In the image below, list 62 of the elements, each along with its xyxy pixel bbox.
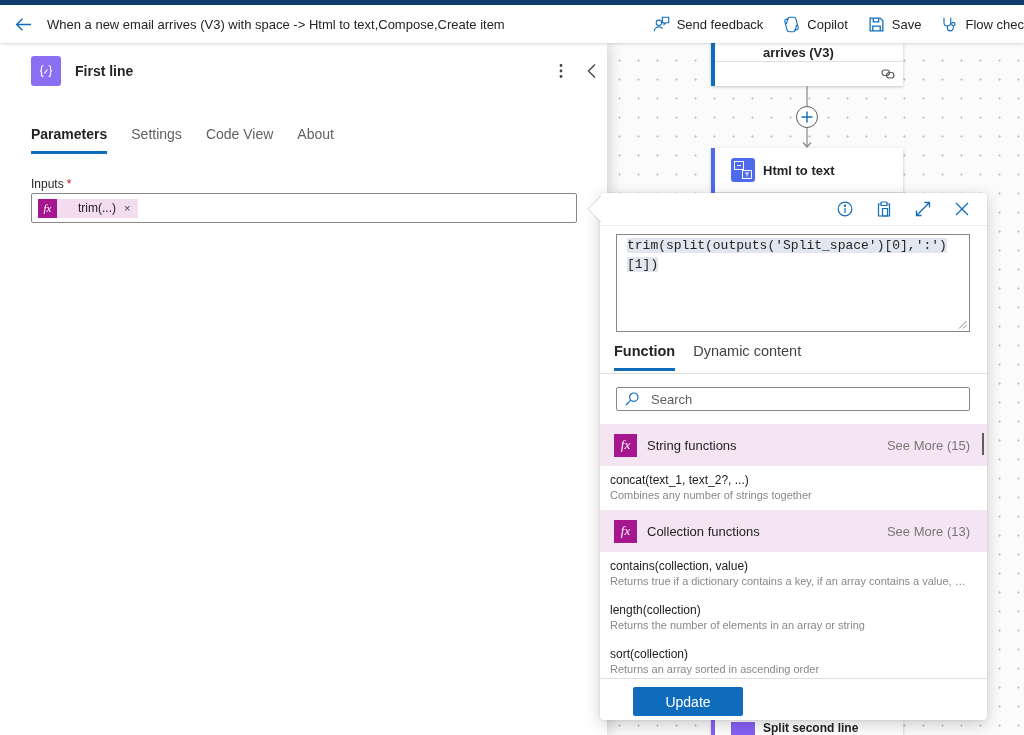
group-title: String functions [647, 437, 737, 453]
panel-tab[interactable]: Parameters [31, 122, 108, 154]
search-field[interactable]: Search [616, 387, 970, 411]
info-icon[interactable] [837, 201, 853, 217]
square-icon [731, 722, 755, 735]
person-speech-icon [652, 15, 670, 33]
panel-tab[interactable]: About [297, 122, 334, 154]
remove-token-button[interactable]: × [124, 202, 131, 214]
function-signature[interactable]: length(collection) [610, 603, 701, 618]
fx-icon: fx [38, 198, 57, 218]
action-card[interactable]: Split second line [711, 720, 903, 735]
resize-grip-icon[interactable] [958, 320, 967, 329]
function-description: Returns an array sorted in ascending order [610, 662, 820, 677]
search-icon [625, 392, 639, 406]
panel-tab[interactable]: Settings [131, 122, 182, 154]
fx-icon: fx [614, 433, 637, 457]
function-description: Combines any number of strings together [610, 488, 812, 503]
link-icon [881, 67, 895, 81]
action-card[interactable]: Html to text [711, 148, 903, 193]
fx-icon: fx [614, 519, 637, 543]
add-step-button[interactable] [796, 106, 818, 128]
function-description: Returns true if a dictionary contains a key, if an array contains a value, … [610, 574, 966, 589]
card-title: Html to text [763, 162, 835, 178]
close-icon[interactable] [954, 201, 970, 217]
save-icon [867, 15, 885, 33]
stethoscope-icon [941, 15, 959, 33]
panel-tab[interactable]: Code View [205, 122, 274, 154]
function-description: Returns the number of elements in an array or string [610, 618, 865, 633]
function-signature[interactable]: contains(collection, value) [610, 559, 749, 574]
editor-tab[interactable]: Dynamic content [693, 340, 802, 371]
flow-title: When a new email arrives (V3) with space -> Html to text,Compose,Create item [47, 16, 505, 32]
logo-icon [783, 15, 801, 33]
token-label: trim(...) [78, 201, 116, 215]
inputs-field[interactable]: fx trim(...) × [31, 193, 577, 223]
trigger-card[interactable]: arrives (V3) [711, 43, 903, 86]
update-button[interactable]: Update [633, 687, 743, 716]
group-title: Collection functions [647, 523, 760, 539]
braces-icon [31, 56, 61, 86]
field-label: Inputs [31, 177, 64, 191]
function-signature[interactable]: concat(text_1, text_2?, ...) [610, 473, 749, 488]
required-mark: * [66, 177, 72, 191]
function-group-header[interactable]: fx Collection functions See More (13) [600, 510, 987, 552]
function-signature[interactable]: sort(collection) [610, 647, 689, 662]
toolbar-button[interactable]: Send feedback [652, 15, 764, 33]
connector-arrow [802, 128, 812, 148]
plus-icon [801, 111, 813, 123]
clipboard-icon[interactable] [876, 201, 892, 217]
squares-icon [731, 158, 755, 182]
expand-icon[interactable] [915, 201, 931, 217]
toolbar-button[interactable]: Copilot [783, 15, 848, 33]
card-title: arrives (V3) [763, 45, 834, 60]
card-title: Split second line [763, 722, 859, 735]
toolbar-button[interactable]: Flow chec [941, 15, 1024, 33]
toolbar-button[interactable]: Save [867, 15, 922, 33]
see-more-link[interactable]: See More (13) [886, 523, 970, 539]
editor-tab[interactable]: Function [614, 340, 676, 371]
expression-editor[interactable]: trim(split(outputs('Split_space')[0],':')[1]) [616, 234, 970, 332]
scrollbar-thumb[interactable] [982, 433, 984, 455]
function-group-header[interactable]: fx String functions See More (15) [600, 424, 987, 466]
expression-token[interactable]: fx trim(...) × [38, 198, 139, 218]
see-more-link[interactable]: See More (15) [886, 437, 970, 453]
panel-title: First line [75, 63, 134, 79]
